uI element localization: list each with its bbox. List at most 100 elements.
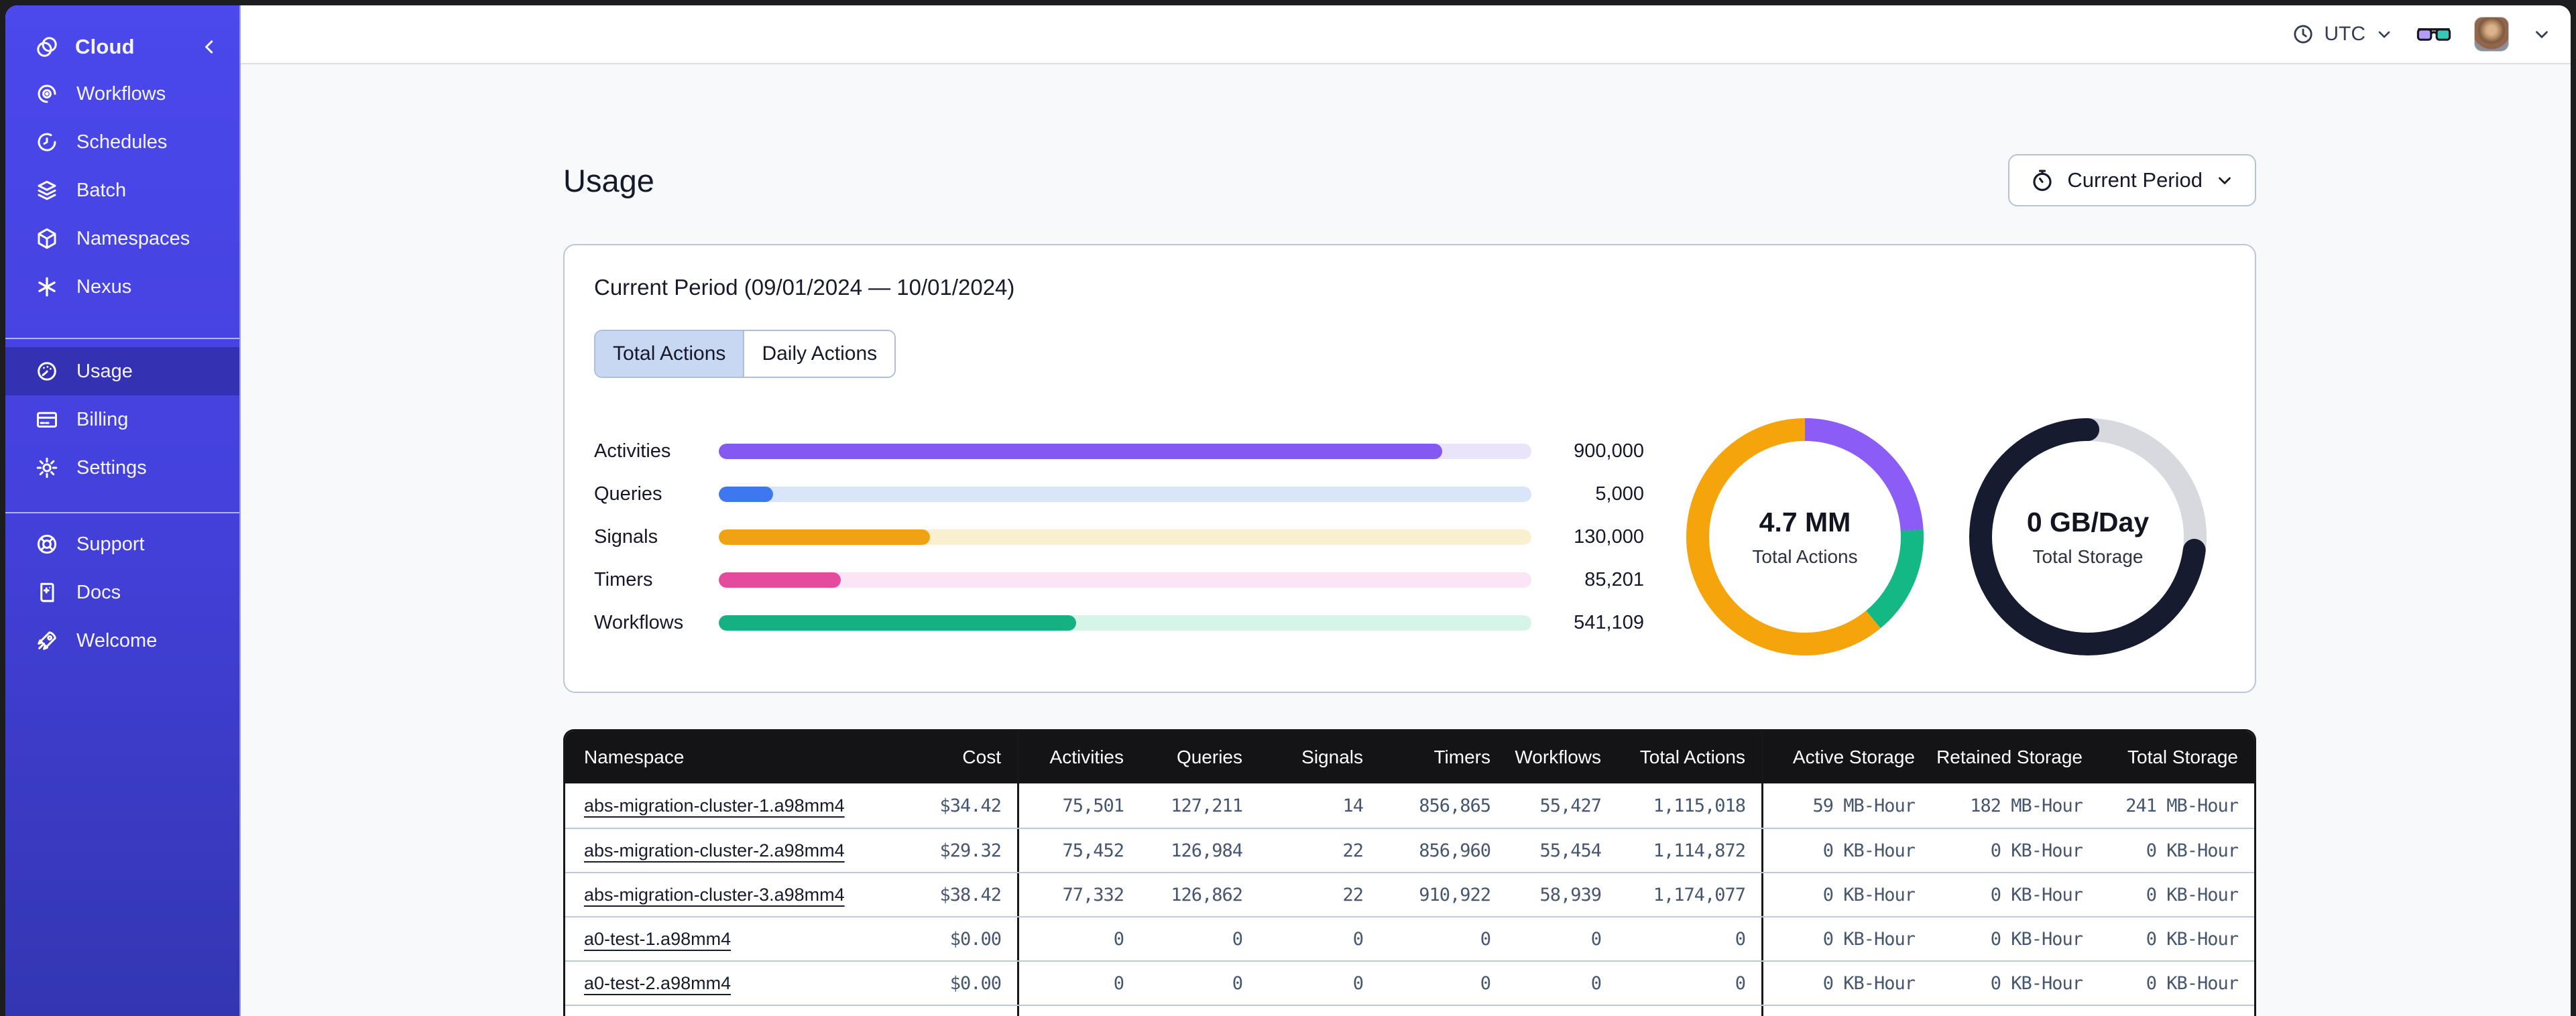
sidebar-item-label: Welcome — [76, 629, 158, 651]
namespace-link[interactable]: a0-test-1.a98mm4 — [584, 929, 731, 950]
value-cell: 0 — [1480, 928, 1491, 950]
sidebar-item-docs[interactable]: Docs — [5, 568, 239, 617]
bar-label: Signals — [594, 525, 658, 548]
namespace-link[interactable]: abs-migration-cluster-2.a98mm4 — [584, 840, 845, 861]
table-header-row: Namespace Cost Activities Queries Signals Tim… — [565, 731, 2254, 783]
usage-gauge-icon — [35, 359, 59, 383]
sidebar-item-settings[interactable]: Settings — [5, 444, 239, 492]
sidebar-item-batch[interactable]: Batch — [5, 166, 239, 214]
user-avatar[interactable] — [2474, 17, 2509, 52]
value-cell: 1 — [1507, 1006, 1617, 1016]
sidebar-item-workflows[interactable]: Workflows — [5, 70, 239, 118]
usage-bar-row: Timers 85,201 — [594, 558, 1644, 601]
period-selector-button[interactable]: Current Period — [2008, 154, 2256, 206]
sidebar-item-schedules[interactable]: Schedules — [5, 118, 239, 166]
sidebar-item-label: Workflows — [76, 82, 166, 105]
sidebar-item-usage[interactable]: Usage — [5, 347, 239, 395]
value-cell: 0 — [1140, 1006, 1258, 1016]
total-storage-value: 0 GB/Day — [2026, 506, 2150, 537]
value-cell: 0 KB-Hour — [1990, 928, 2083, 950]
value-cell: 55,454 — [1539, 840, 1602, 861]
value-cell: 0 KB-Hour — [1990, 840, 2083, 861]
column-header: Active Storage — [1792, 747, 1915, 767]
summary-donuts: 4.7 MM Total Actions 0 GB/Day Total Stor… — [1644, 414, 2225, 659]
topbar: UTC — [241, 5, 2571, 64]
account-menu-button[interactable] — [2532, 24, 2552, 44]
namespace-link[interactable]: a0-test-2.a98mm4 — [584, 973, 731, 994]
value-cell: 0 KB-Hour — [1990, 972, 2083, 994]
bar-value: 5,000 — [1595, 483, 1644, 505]
namespaces-cube-icon — [35, 227, 59, 251]
value-cell: 14 — [1342, 795, 1364, 816]
sidebar: Cloud Workflows Schedules Batch Namespac… — [5, 5, 241, 1016]
value-cell: 55,427 — [1539, 795, 1602, 816]
bar-value: 85,201 — [1584, 568, 1644, 590]
page-title: Usage — [563, 162, 654, 198]
total-actions-donut: 4.7 MM Total Actions — [1682, 414, 1928, 659]
chevron-down-icon — [2536, 31, 2548, 38]
current-period-card: Current Period (09/01/2024 — 10/01/2024)… — [563, 244, 2256, 693]
bar-track — [719, 443, 1531, 459]
clock-icon — [2294, 25, 2312, 44]
table-row: abs-migration-cluster-2.a98mm4 $29.32 75,4… — [565, 828, 2254, 872]
value-cell: 0 KB-Hour — [1931, 1006, 2099, 1016]
column-header: Total Storage — [2127, 747, 2238, 767]
value-cell: 126,984 — [1171, 840, 1243, 861]
table-row: abs-migration-cluster-1.a98mm4 $34.42 75,5… — [565, 783, 2254, 828]
value-cell: 0 — [1113, 928, 1124, 950]
column-header: Workflows — [1515, 747, 1601, 767]
sidebar-item-nexus[interactable]: Nexus — [5, 263, 239, 311]
bar-fill — [719, 529, 931, 545]
namespace-link[interactable]: abs-migration-cluster-1.a98mm4 — [584, 796, 845, 816]
glasses-icon — [2416, 28, 2451, 41]
total-actions-value: 4.7 MM — [1759, 506, 1851, 537]
bar-label: Activities — [594, 440, 671, 462]
sidebar-item-billing[interactable]: Billing — [5, 395, 239, 444]
bar-fill — [719, 615, 1077, 631]
namespace-cell: a0-test-2.a98mm4 — [565, 962, 890, 1005]
total-storage-caption: Total Storage — [2032, 546, 2144, 567]
value-cell: 0 KB-Hour — [1822, 928, 1916, 950]
sidebar-item-label: Settings — [76, 456, 147, 479]
namespace-cell: abs-migration-cluster-3.a98mm4 — [565, 873, 890, 916]
timezone-selector[interactable]: UTC — [2292, 23, 2394, 46]
feedback-glasses-button[interactable] — [2416, 23, 2451, 46]
value-cell: 910,922 — [1419, 884, 1491, 905]
value-cell: 0 KB-Hour — [2146, 972, 2239, 994]
main-area: UTC Usage Current Period Current Period … — [241, 5, 2571, 1016]
bar-value: 541,109 — [1574, 611, 1644, 633]
value-cell: 0 KB-Hour — [2146, 928, 2239, 950]
tab-daily-actions[interactable]: Daily Actions — [743, 331, 895, 377]
tab-total-actions[interactable]: Total Actions — [595, 331, 744, 377]
column-header: Activities — [1049, 747, 1124, 767]
settings-gear-icon — [35, 456, 59, 480]
nexus-asterisk-icon — [35, 275, 59, 299]
bar-value: 900,000 — [1574, 440, 1644, 462]
sidebar-item-support[interactable]: Support — [5, 520, 239, 568]
sidebar-item-welcome[interactable]: Welcome — [5, 617, 239, 665]
bar-label: Queries — [594, 483, 662, 505]
table-body: abs-migration-cluster-1.a98mm4 $34.42 75,5… — [565, 783, 2254, 1016]
value-cell: 0 — [1480, 972, 1491, 994]
table-row: a0-test-1.a98mm4 $0.00 0 0 0 0 0 0 0 KB-Hour 0 KB… — [565, 916, 2254, 960]
sidebar-item-namespaces[interactable]: Namespaces — [5, 214, 239, 263]
timezone-label: UTC — [2324, 23, 2365, 45]
value-cell: 126,862 — [1171, 884, 1243, 905]
namespace-cell: a0-test-1.a98mm4 — [565, 917, 890, 960]
value-cell: $0.00 — [890, 917, 1019, 960]
sidebar-brand: Cloud — [5, 24, 239, 70]
bar-track — [719, 615, 1531, 631]
column-header: Signals — [1301, 747, 1363, 767]
column-header: Total Actions — [1617, 731, 1763, 783]
value-cell: 127,211 — [1171, 795, 1243, 816]
bar-value: 130,000 — [1574, 525, 1644, 548]
sidebar-item-label: Billing — [76, 408, 129, 430]
welcome-rocket-icon — [35, 629, 59, 653]
namespace-link[interactable]: abs-migration-cluster-3.a98mm4 — [584, 885, 845, 905]
chevron-down-icon — [2378, 31, 2390, 38]
sidebar-collapse-button[interactable] — [199, 37, 219, 57]
value-cell: 0 — [1617, 917, 1763, 960]
value-cell: 182 MB-Hour — [1970, 795, 2083, 816]
value-cell: 75,452 — [1062, 840, 1124, 861]
support-lifebuoy-icon — [35, 532, 59, 556]
